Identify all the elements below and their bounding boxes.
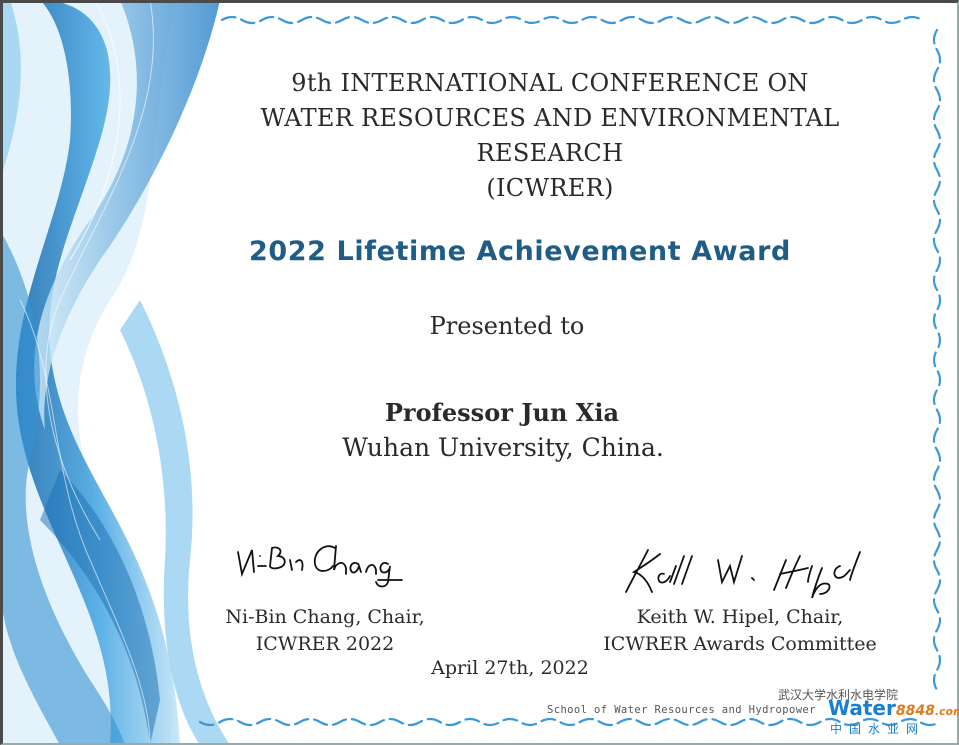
signatory-left-role: ICWRER 2022 — [255, 633, 395, 655]
certificate-page: 9th INTERNATIONAL CONFERENCE ON WATER RE… — [0, 0, 959, 745]
watermark-logo: Water8848.com — [828, 696, 959, 720]
award-date: April 27th, 2022 — [431, 657, 589, 679]
watermark-cn-site: 中国水业网 — [830, 722, 926, 736]
watermark-logo-num: 8848 — [895, 703, 935, 719]
signatory-right-name: Keith W. Hipel, Chair, — [636, 606, 844, 628]
signatory-right-role: ICWRER Awards Committee — [603, 633, 877, 655]
signatory-right: Keith W. Hipel, Chair, ICWRER Awards Com… — [580, 604, 900, 658]
signatory-left: Ni-Bin Chang, Chair, ICWRER 2022 — [205, 604, 445, 658]
watermark-logo-word: Water — [828, 696, 896, 720]
watermark-logo-suffix: .com — [934, 705, 959, 718]
signatory-left-name: Ni-Bin Chang, Chair, — [225, 606, 425, 628]
signature-keith-hipel — [625, 549, 861, 599]
watermark-school: School of Water Resources and Hydropower — [547, 704, 816, 716]
signature-ni-bin-chang — [237, 545, 403, 588]
